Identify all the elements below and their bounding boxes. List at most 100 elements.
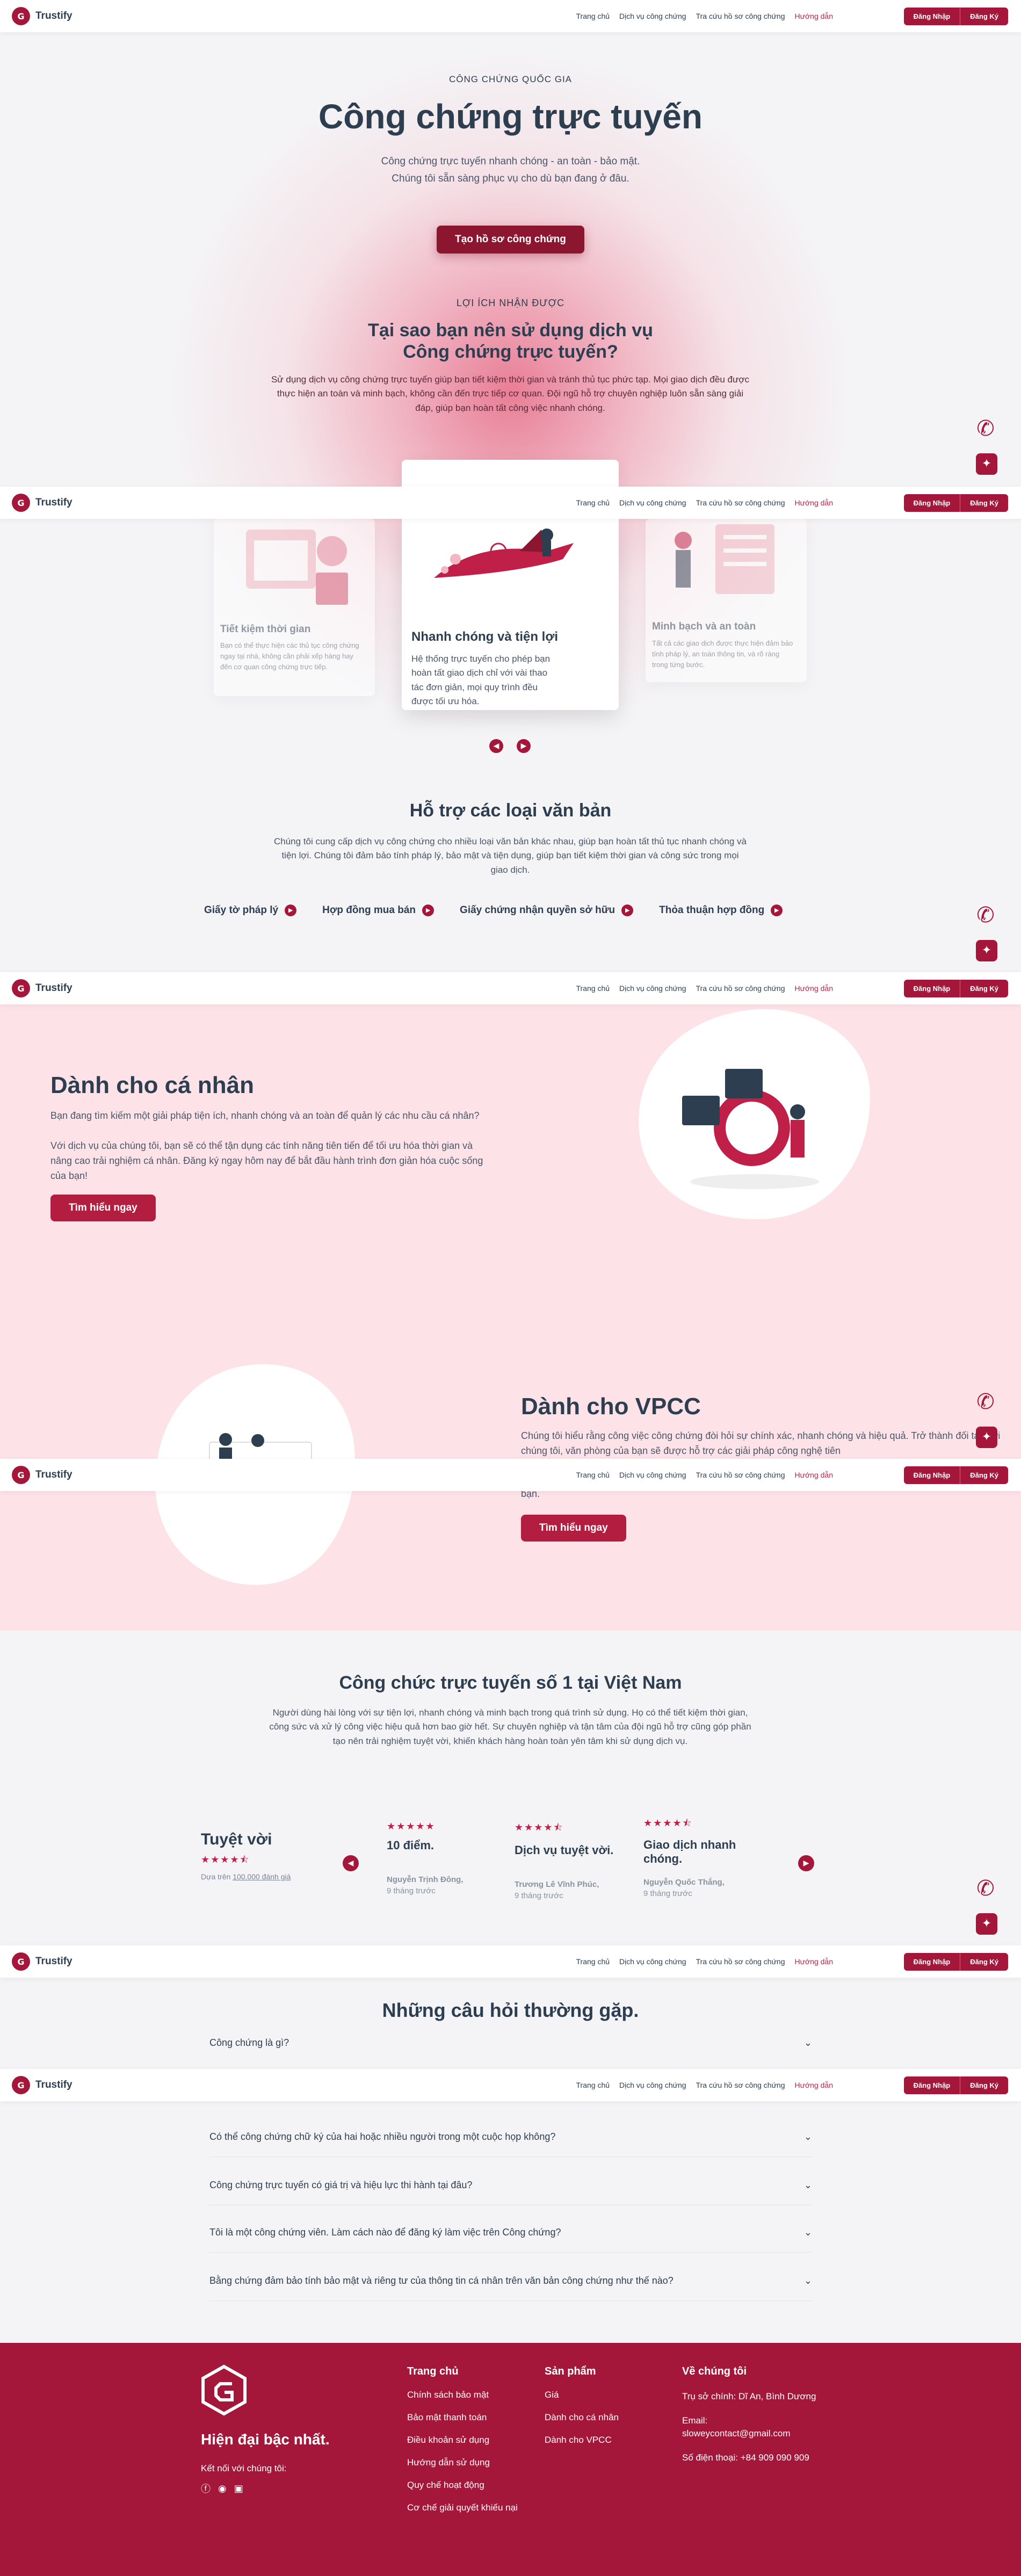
faq-item[interactable]: Có thể công chứng chữ ký của hai hoặc nh…	[209, 2117, 812, 2157]
phone-icon[interactable]: ✆	[974, 417, 997, 440]
nav-home[interactable]: Trang chủ	[576, 12, 610, 20]
faq-item[interactable]: Tôi là một công chứng viên. Làm cách nào…	[209, 2213, 812, 2253]
faq-question: Tôi là một công chứng viên. Làm cách nào…	[209, 2227, 561, 2238]
login-button[interactable]: Đăng Nhập	[903, 7, 960, 25]
footer-link[interactable]: Chính sách bảo mật	[407, 2390, 518, 2400]
chevron-down-icon: ⌄	[803, 2131, 812, 2143]
vpcc-learn-more-button[interactable]: Tìm hiểu ngay	[521, 1515, 626, 1542]
auth-buttons: Đăng Nhập Đăng Ký	[903, 979, 1008, 997]
footer-link[interactable]: Bảo mật thanh toán	[407, 2412, 518, 2423]
register-button[interactable]: Đăng Ký	[960, 1952, 1008, 1971]
chat-sparkle-icon[interactable]: ✦	[976, 940, 997, 961]
nav-home[interactable]: Trang chủ	[576, 984, 610, 993]
login-button[interactable]: Đăng Nhập	[903, 2076, 960, 2094]
brand[interactable]: G Trustify	[12, 1952, 73, 1971]
footer-link[interactable]: Giá	[545, 2390, 619, 2400]
create-notary-button[interactable]: Tạo hồ sơ công chứng	[437, 226, 584, 254]
carousel-prev-button[interactable]: ◀	[489, 739, 503, 753]
brand-name: Trustify	[35, 1956, 73, 1967]
review-card: ★★★★★ 10 điểm. Nguyễn Trịnh Đông, 9 thán…	[387, 1821, 494, 1895]
footer-link[interactable]: Dành cho cá nhân	[545, 2412, 619, 2423]
nav-guide[interactable]: Hướng dẫn	[795, 1471, 833, 1479]
faq-question: Bằng chứng đảm bảo tính bảo mật và riêng…	[209, 2275, 674, 2286]
arrow-right-icon: ▶	[771, 905, 783, 916]
doc-type-sale[interactable]: Hợp đồng mua bán ▶	[322, 905, 435, 916]
nav-services[interactable]: Dịch vụ công chứng	[619, 498, 686, 507]
footer-col-home: Trang chủ Chính sách bảo mật Bảo mật tha…	[407, 2365, 518, 2513]
rocket-illustration-icon	[434, 529, 574, 578]
chat-sparkle-icon[interactable]: ✦	[976, 1913, 997, 1935]
register-button[interactable]: Đăng Ký	[960, 979, 1008, 997]
doc-type-agreement[interactable]: Thỏa thuận hợp đồng ▶	[659, 905, 783, 916]
footer-phone[interactable]: Số điện thoại: +84 909 090 909	[682, 2451, 822, 2465]
footer-link[interactable]: Hướng dẫn sử dụng	[407, 2457, 518, 2468]
footer-link[interactable]: Cơ chế giải quyết khiếu nại	[407, 2502, 518, 2513]
nav-services[interactable]: Dịch vụ công chứng	[619, 2081, 686, 2089]
benefit-text: Bạn có thể thực hiện các thủ tục công ch…	[220, 641, 359, 671]
nav-guide[interactable]: Hướng dẫn	[795, 1957, 833, 1966]
trustify-logo-icon: G	[12, 2076, 30, 2094]
arrow-right-icon: ▶	[422, 905, 435, 916]
nav-services[interactable]: Dịch vụ công chứng	[619, 1957, 686, 1966]
nav-guide[interactable]: Hướng dẫn	[795, 12, 833, 20]
register-button[interactable]: Đăng Ký	[960, 7, 1008, 25]
phone-icon[interactable]: ✆	[974, 1877, 997, 1900]
chat-sparkle-icon[interactable]: ✦	[976, 1427, 997, 1448]
register-button[interactable]: Đăng Ký	[960, 494, 1008, 512]
footer-link[interactable]: Điều khoản sử dụng	[407, 2435, 518, 2445]
nav-guide[interactable]: Hướng dẫn	[795, 984, 833, 993]
footer-email[interactable]: sloweycontact@gmail.com	[682, 2428, 822, 2439]
login-button[interactable]: Đăng Nhập	[903, 1952, 960, 1971]
brand[interactable]: G Trustify	[12, 979, 73, 997]
brand[interactable]: G Trustify	[12, 2076, 73, 2094]
nav-home[interactable]: Trang chủ	[576, 1471, 610, 1479]
review-time: 9 tháng trước	[515, 1891, 563, 1900]
rating-count-link[interactable]: 100.000 đánh giá	[233, 1872, 291, 1881]
nav-lookup[interactable]: Tra cứu hồ sơ công chứng	[696, 12, 785, 20]
faq-item[interactable]: Công chứng trực tuyến có giá trị và hiệu…	[209, 2166, 812, 2205]
carousel-next-button[interactable]: ▶	[517, 739, 531, 753]
nav-lookup[interactable]: Tra cứu hồ sơ công chứng	[696, 2081, 785, 2089]
doc-type-ownership[interactable]: Giấy chứng nhận quyền sở hữu ▶	[460, 905, 634, 916]
nav-services[interactable]: Dịch vụ công chứng	[619, 12, 686, 20]
personal-title: Dành cho cá nhân	[50, 1072, 254, 1098]
brand[interactable]: G Trustify	[12, 1466, 73, 1484]
register-button[interactable]: Đăng Ký	[960, 1466, 1008, 1484]
footer-logo-icon[interactable]	[200, 2364, 248, 2416]
nav-home[interactable]: Trang chủ	[576, 2081, 610, 2089]
chat-sparkle-icon[interactable]: ✦	[976, 453, 997, 475]
nav-lookup[interactable]: Tra cứu hồ sơ công chứng	[696, 498, 785, 507]
reviews-prev-button[interactable]: ◀	[343, 1855, 359, 1871]
doc-type-legal[interactable]: Giấy tờ pháp lý ▶	[204, 905, 297, 916]
register-button[interactable]: Đăng Ký	[960, 2076, 1008, 2094]
reviews-next-button[interactable]: ▶	[798, 1855, 814, 1871]
main-nav: Trang chủ Dịch vụ công chứng Tra cứu hồ …	[576, 498, 834, 507]
nav-home[interactable]: Trang chủ	[576, 498, 610, 507]
nav-services[interactable]: Dịch vụ công chứng	[619, 1471, 686, 1479]
nav-home[interactable]: Trang chủ	[576, 1957, 610, 1966]
main-nav: Trang chủ Dịch vụ công chứng Tra cứu hồ …	[576, 2081, 834, 2089]
footer-link[interactable]: Dành cho VPCC	[545, 2435, 619, 2445]
linkedin-icon[interactable]: ▣	[234, 2483, 243, 2494]
nav-guide[interactable]: Hướng dẫn	[795, 498, 833, 507]
login-button[interactable]: Đăng Nhập	[903, 979, 960, 997]
faq-item[interactable]: Công chứng là gì? ⌄	[209, 2024, 812, 2061]
phone-icon[interactable]: ✆	[974, 1390, 997, 1414]
nav-services[interactable]: Dịch vụ công chứng	[619, 984, 686, 993]
nav-lookup[interactable]: Tra cứu hồ sơ công chứng	[696, 1471, 785, 1479]
footer-link[interactable]: Quy chế hoạt động	[407, 2480, 518, 2491]
trustify-logo-icon: G	[12, 494, 30, 512]
nav-lookup[interactable]: Tra cứu hồ sơ công chứng	[696, 984, 785, 993]
nav-lookup[interactable]: Tra cứu hồ sơ công chứng	[696, 1957, 785, 1966]
faq-item[interactable]: Bằng chứng đảm bảo tính bảo mật và riêng…	[209, 2261, 812, 2301]
nav-guide[interactable]: Hướng dẫn	[795, 2081, 833, 2089]
site-header-sticky-1: G Trustify Trang chủ Dịch vụ công chứng …	[0, 487, 1021, 519]
github-icon[interactable]: ◉	[218, 2483, 227, 2494]
brand[interactable]: G Trustify	[12, 494, 73, 512]
brand[interactable]: G Trustify	[12, 7, 73, 25]
personal-learn-more-button[interactable]: Tìm hiểu ngay	[50, 1195, 156, 1221]
login-button[interactable]: Đăng Nhập	[903, 1466, 960, 1484]
phone-icon[interactable]: ✆	[974, 903, 997, 927]
login-button[interactable]: Đăng Nhập	[903, 494, 960, 512]
facebook-icon[interactable]: ⓕ	[201, 2481, 211, 2495]
